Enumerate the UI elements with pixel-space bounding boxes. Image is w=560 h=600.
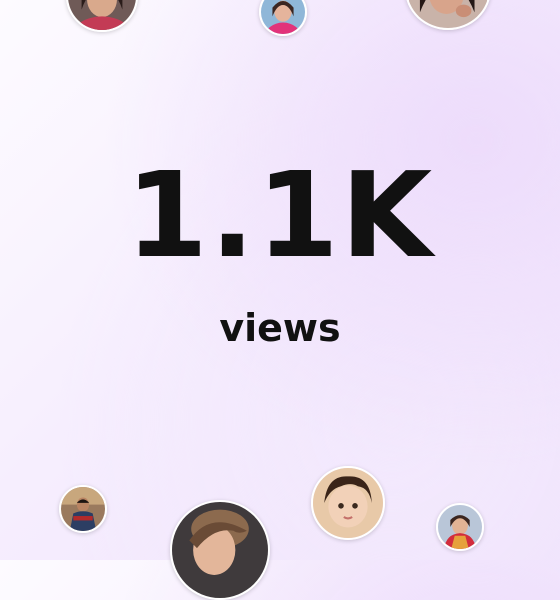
- viewer-avatar-7[interactable]: [436, 503, 484, 551]
- views-count: 1.1K: [125, 146, 435, 284]
- viewer-avatar-5[interactable]: [170, 500, 270, 600]
- person-photo-icon: [313, 468, 383, 538]
- person-photo-icon: [409, 0, 487, 28]
- person-photo-icon: [172, 502, 268, 598]
- person-photo-icon: [68, 0, 136, 30]
- viewer-avatar-6[interactable]: [311, 466, 385, 540]
- person-photo-icon: [438, 505, 482, 549]
- viewer-avatar-4[interactable]: [59, 485, 107, 533]
- viewer-avatar-1[interactable]: [66, 0, 138, 32]
- views-label: views: [219, 306, 341, 350]
- person-photo-icon: [61, 487, 105, 531]
- person-photo-icon: [261, 0, 305, 34]
- viewer-avatar-3[interactable]: [405, 0, 491, 30]
- viewer-avatar-2[interactable]: [259, 0, 307, 36]
